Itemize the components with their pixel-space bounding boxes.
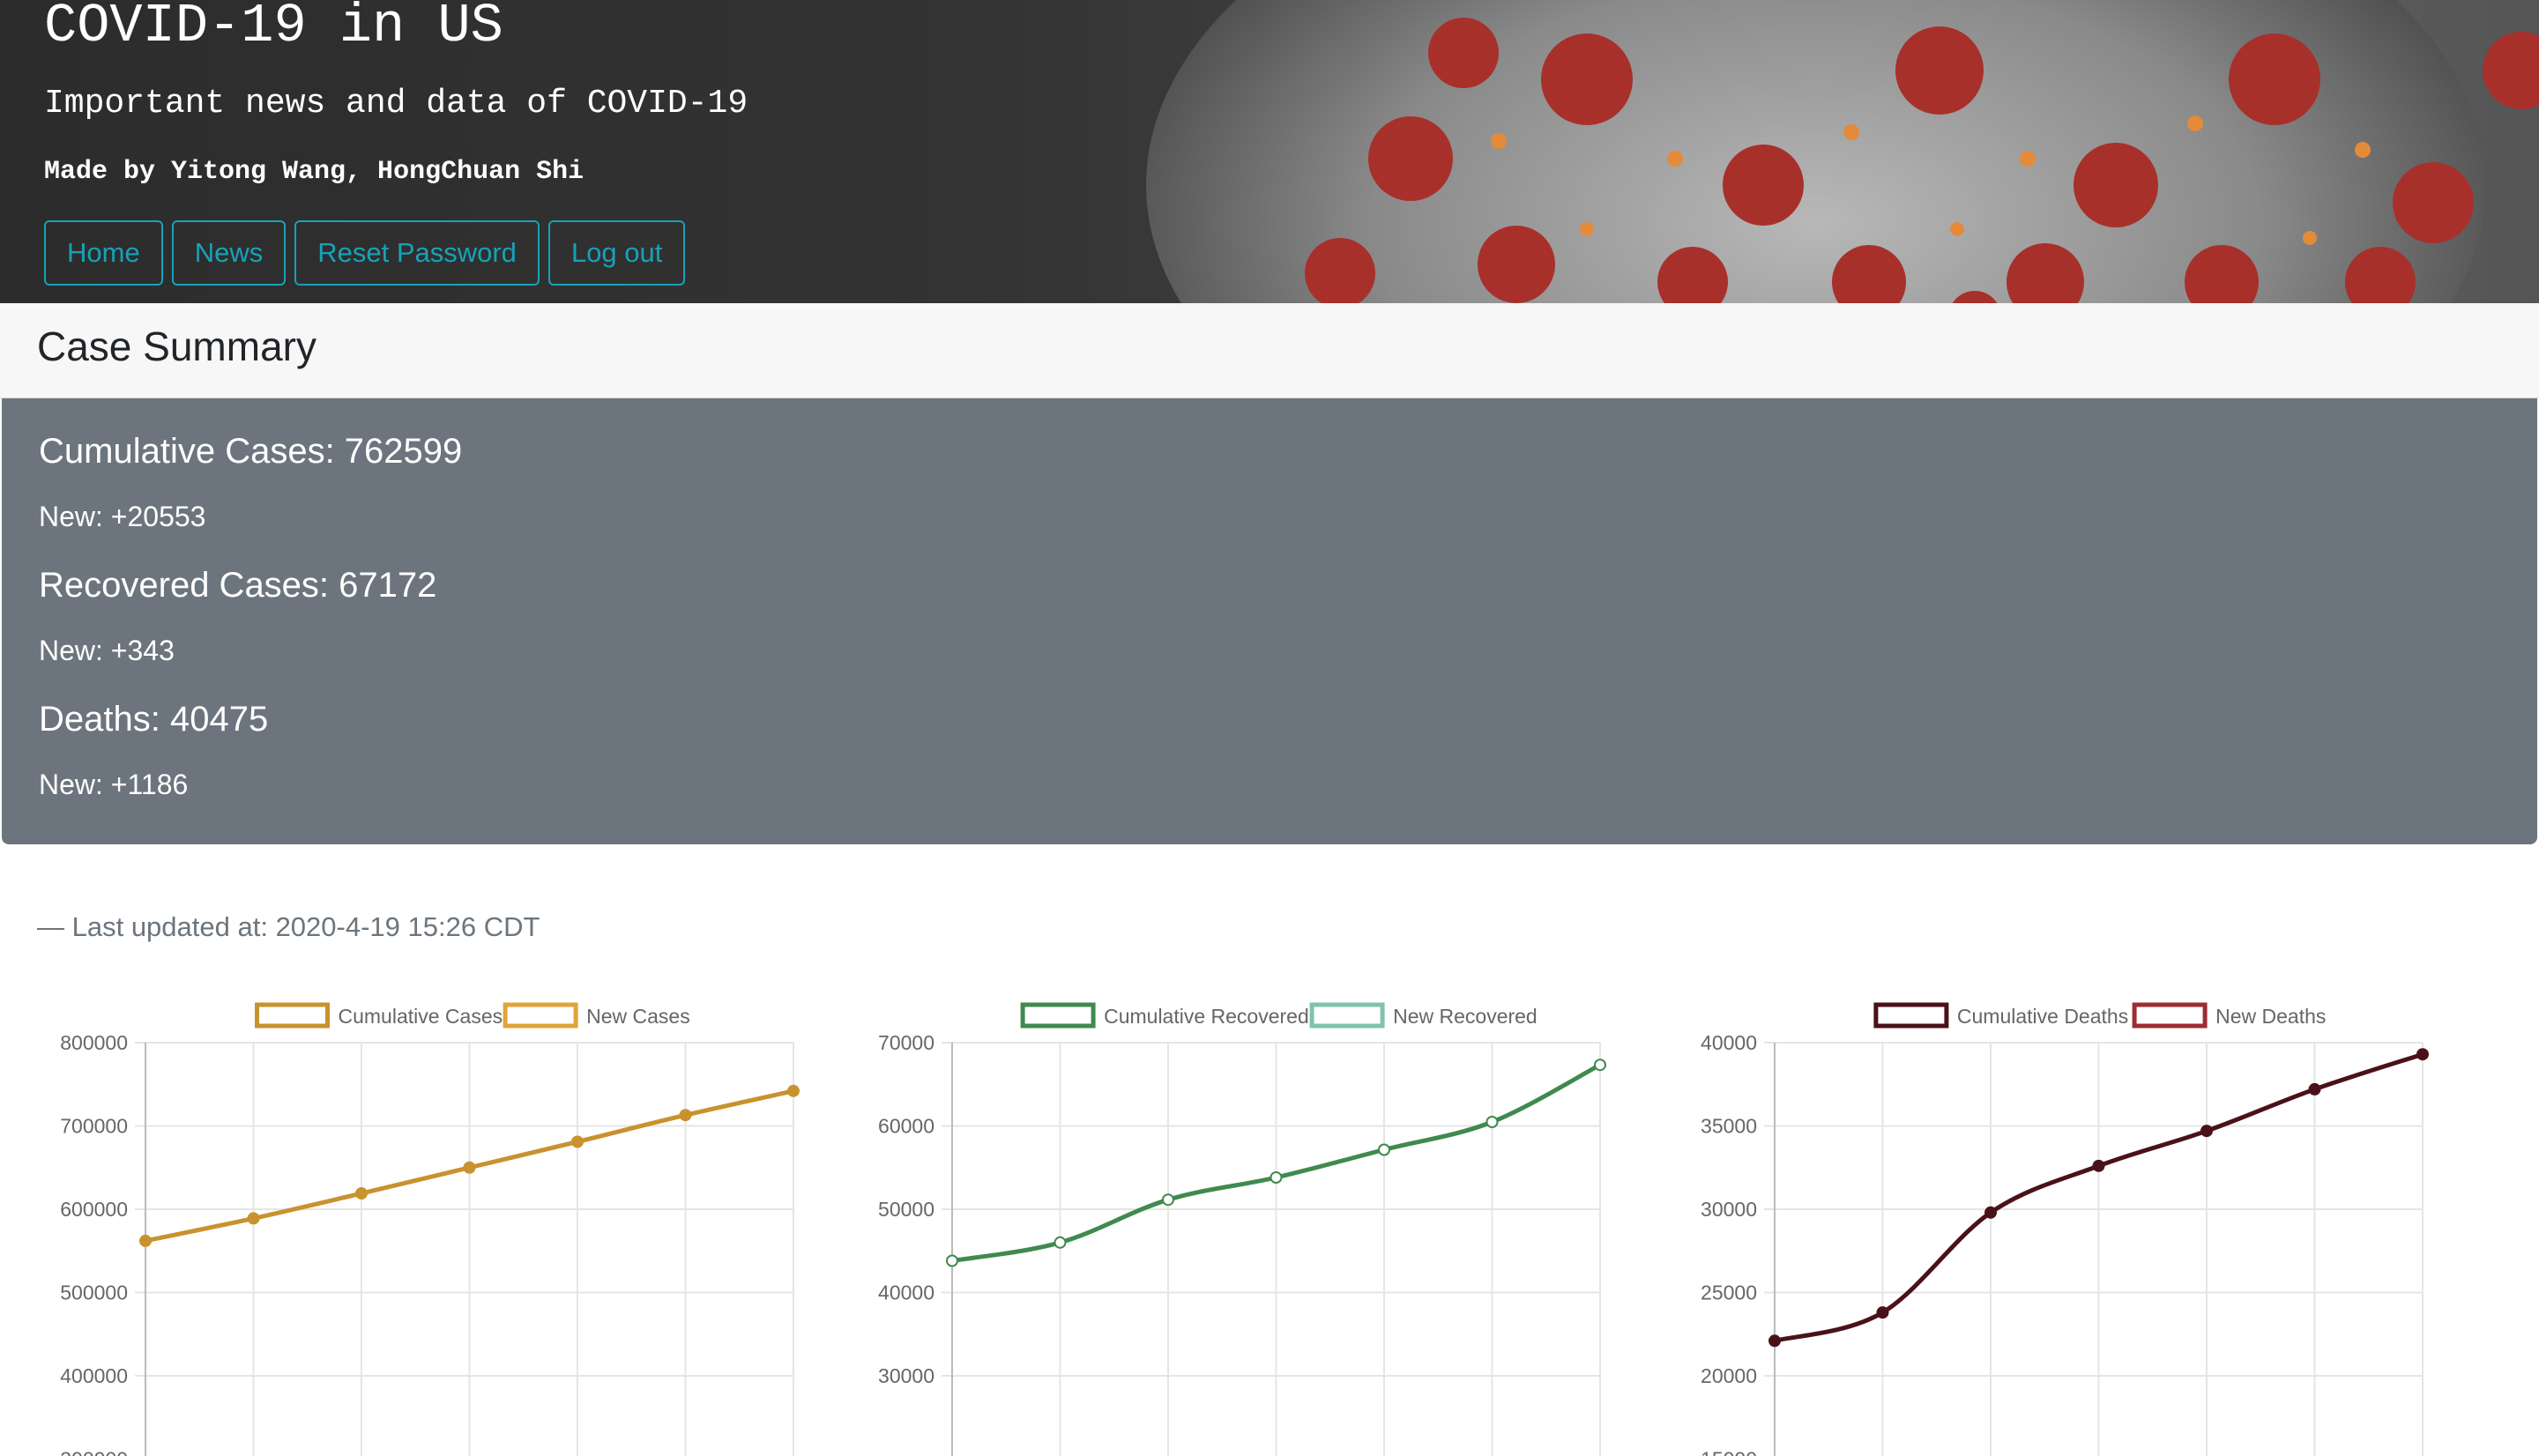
data-point[interactable] (2308, 1082, 2321, 1096)
data-point[interactable] (139, 1234, 152, 1247)
y-tick-label: 800000 (60, 1031, 128, 1054)
y-tick-label: 15000 (1701, 1448, 1757, 1456)
legend-label-1[interactable]: New Cases (586, 1005, 690, 1028)
data-point[interactable] (1162, 1193, 1174, 1207)
data-point[interactable] (463, 1161, 476, 1174)
legend-swatch-0[interactable] (255, 1002, 330, 1029)
site-credits: Made by Yitong Wang, HongChuan Shi (44, 157, 584, 187)
y-tick-label: 20000 (1701, 1364, 1757, 1387)
recovered-cases-stat: Recovered Cases: 67172 (39, 566, 437, 605)
deaths-chart: Cumulative Deaths New Deaths 40000 35000 300… (1656, 985, 2502, 1456)
data-point[interactable] (355, 1187, 368, 1200)
coronavirus-banner-image (1146, 0, 2539, 303)
data-point[interactable] (571, 1135, 584, 1148)
y-tick-label: 60000 (878, 1115, 934, 1138)
log-out-button[interactable]: Log out (547, 220, 686, 286)
y-tick-label: 30000 (878, 1364, 934, 1387)
data-point[interactable] (946, 1254, 958, 1267)
data-point[interactable] (1054, 1236, 1067, 1249)
recovered-chart-svg: Cumulative Recovered New Recovered 70000 60… (878, 1002, 1606, 1456)
page-header: COVID-19 in US Important news and data o… (0, 0, 2539, 303)
nav-bar: Home News Reset Password Log out (44, 220, 686, 286)
legend-swatch-0[interactable] (1873, 1002, 1949, 1029)
y-tick-label: 40000 (1701, 1031, 1757, 1054)
recovered-cases-new: New: +343 (39, 635, 175, 666)
legend-label-0[interactable]: Cumulative Recovered (1104, 1005, 1309, 1028)
data-point[interactable] (1876, 1306, 1889, 1319)
site-title: COVID-19 in US (44, 0, 503, 57)
deaths-chart-svg: Cumulative Deaths New Deaths 40000 35000 300… (1701, 1002, 2429, 1456)
reset-password-button[interactable]: Reset Password (294, 220, 540, 286)
deaths-new: New: +1186 (39, 769, 189, 800)
deaths-stat: Deaths: 40475 (39, 700, 269, 739)
data-point[interactable] (1378, 1143, 1390, 1156)
home-button[interactable]: Home (44, 220, 163, 286)
data-point[interactable] (1485, 1116, 1499, 1128)
y-tick-label: 40000 (878, 1281, 934, 1304)
data-point[interactable] (1594, 1059, 1606, 1072)
case-summary-card: Cumulative Cases: 762599 New: +20553 Rec… (2, 398, 2537, 844)
y-tick-label: 700000 (60, 1115, 128, 1138)
legend-label-0[interactable]: Cumulative Deaths (1957, 1005, 2128, 1028)
legend-swatch-1[interactable] (503, 1002, 578, 1029)
last-updated-text: — Last updated at: 2020-4-19 15:26 CDT (37, 911, 540, 942)
legend-swatch-1[interactable] (2132, 1002, 2208, 1029)
y-tick-label: 600000 (60, 1198, 128, 1221)
legend-label-0[interactable]: Cumulative Cases (339, 1005, 503, 1028)
data-point[interactable] (1768, 1334, 1781, 1348)
data-point[interactable] (679, 1109, 692, 1122)
legend-swatch-0[interactable] (1020, 1002, 1096, 1029)
recovered-chart: Cumulative Recovered New Recovered 70000 60… (833, 985, 1679, 1456)
data-point[interactable] (2416, 1048, 2429, 1061)
data-point[interactable] (247, 1212, 260, 1225)
data-point[interactable] (787, 1084, 800, 1097)
y-tick-label: 70000 (878, 1031, 934, 1054)
y-tick-label: 300000 (60, 1448, 128, 1456)
site-subtitle: Important news and data of COVID-19 (44, 85, 748, 123)
y-tick-label: 25000 (1701, 1281, 1757, 1304)
data-point[interactable] (1984, 1206, 1997, 1219)
data-point[interactable] (1270, 1171, 1283, 1184)
y-tick-label: 400000 (60, 1364, 128, 1387)
news-button[interactable]: News (171, 220, 287, 286)
cases-chart: Cumulative Cases New Cases 800000 700000 600… (26, 985, 873, 1456)
legend-label-1[interactable]: New Recovered (1393, 1005, 1538, 1028)
legend-label-1[interactable]: New Deaths (2215, 1005, 2326, 1028)
case-summary-title: Case Summary (37, 323, 316, 369)
cumulative-cases-stat: Cumulative Cases: 762599 (39, 432, 463, 471)
y-tick-label: 35000 (1701, 1115, 1757, 1138)
y-tick-label: 30000 (1701, 1198, 1757, 1221)
data-point[interactable] (2092, 1159, 2105, 1172)
y-tick-label: 50000 (878, 1198, 934, 1221)
cumulative-cases-new: New: +20553 (39, 501, 206, 532)
case-summary-header: Case Summary (0, 303, 2539, 398)
cases-chart-svg: Cumulative Cases New Cases 800000 700000 600… (60, 1002, 800, 1456)
y-tick-label: 500000 (60, 1281, 128, 1304)
data-point[interactable] (2200, 1125, 2213, 1138)
legend-swatch-1[interactable] (1309, 1002, 1385, 1029)
